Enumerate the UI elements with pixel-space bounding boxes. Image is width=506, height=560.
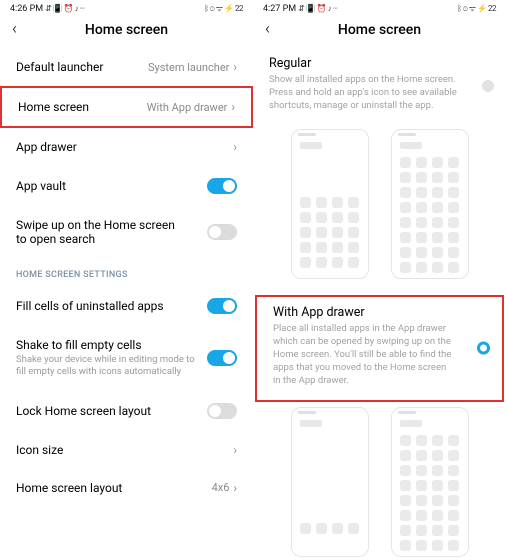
option-desc: Place all installed apps in the App draw… [273,323,486,387]
row-default-launcher[interactable]: Default launcher System launcher › [0,48,253,86]
row-app-drawer[interactable]: App drawer › [0,128,253,166]
status-right-icons: ᛒ ⊙ ᯤ ⚡ 22 [457,3,496,14]
toggle-fill-cells[interactable] [207,298,237,314]
row-label: App vault [16,179,66,193]
section-header: HOME SCREEN SETTINGS [0,258,253,286]
row-label: Lock Home screen layout [16,404,151,418]
back-icon[interactable]: ‹ [12,21,17,38]
clock: 4:26 PM [10,4,43,14]
back-icon[interactable]: ‹ [265,21,270,38]
page-title: Home screen [85,22,168,38]
row-app-vault[interactable]: App vault [0,166,253,206]
row-lock-layout[interactable]: Lock Home screen layout [0,391,253,431]
radio-regular[interactable] [482,80,494,92]
toggle-lock-layout[interactable] [207,403,237,419]
header: ‹ Home screen [0,15,253,48]
status-left-icons: ⇵ 📳 ⏰ ♪ ··· [298,4,337,13]
previews-regular [253,124,506,279]
row-value: With App drawer [147,101,228,114]
toggle-shake[interactable] [207,350,237,366]
option-desc: Show all installed apps on the Home scre… [269,74,490,112]
chevron-right-icon: › [233,481,237,495]
row-label: Shake to fill empty cells [16,338,197,352]
row-label: Home screen [18,100,89,114]
phone-preview [291,407,369,557]
option-regular[interactable]: Regular Show all installed apps on the H… [253,48,506,124]
row-swipe-up[interactable]: Swipe up on the Home screen to open sear… [0,206,253,258]
row-sub: Shake your device while in editing mode … [16,354,197,379]
row-value: 4x6 [212,481,230,494]
option-with-drawer[interactable]: With App drawer Place all installed apps… [255,295,504,401]
toggle-app-vault[interactable] [207,178,237,194]
status-bar: 4:26 PM ⇵ 📳 ⏰ ♪ ··· ᛒ ⊙ ᯤ ⚡ 22 [0,0,253,15]
toggle-swipe-up[interactable] [207,224,237,240]
radio-with-drawer[interactable] [477,342,490,355]
row-label: Icon size [16,443,63,457]
option-title: Regular [269,56,490,71]
row-home-screen[interactable]: Home screen With App drawer › [0,86,253,128]
row-icon-size[interactable]: Icon size › [0,431,253,469]
row-label: Fill cells of uninstalled apps [16,299,164,313]
row-label: Default launcher [16,60,103,74]
status-right-icons: ᛒ ⊙ ᯤ ⚡ 22 [204,3,243,14]
row-shake[interactable]: Shake to fill empty cells Shake your dev… [0,326,253,391]
phone-preview [391,407,469,557]
phone-preview [291,129,369,279]
page-title: Home screen [338,22,421,38]
row-label: Home screen layout [16,481,122,495]
left-phone: 4:26 PM ⇵ 📳 ⏰ ♪ ··· ᛒ ⊙ ᯤ ⚡ 22 ‹ Home sc… [0,0,253,560]
status-left-icons: ⇵ 📳 ⏰ ♪ ··· [45,4,84,13]
row-label: App drawer [16,140,77,154]
row-hs-layout[interactable]: Home screen layout 4x6 › [0,469,253,507]
clock: 4:27 PM [263,4,296,14]
chevron-right-icon: › [231,100,235,114]
right-phone: 4:27 PM ⇵ 📳 ⏰ ♪ ··· ᛒ ⊙ ᯤ ⚡ 22 ‹ Home sc… [253,0,506,560]
row-value: System launcher [148,61,229,74]
previews-drawer [253,402,506,557]
row-fill-cells[interactable]: Fill cells of uninstalled apps [0,286,253,326]
header: ‹ Home screen [253,15,506,48]
chevron-right-icon: › [233,443,237,457]
option-title: With App drawer [273,305,486,320]
row-label: Swipe up on the Home screen to open sear… [16,218,176,246]
chevron-right-icon: › [233,60,237,74]
status-bar: 4:27 PM ⇵ 📳 ⏰ ♪ ··· ᛒ ⊙ ᯤ ⚡ 22 [253,0,506,15]
chevron-right-icon: › [233,140,237,154]
phone-preview [391,129,469,279]
